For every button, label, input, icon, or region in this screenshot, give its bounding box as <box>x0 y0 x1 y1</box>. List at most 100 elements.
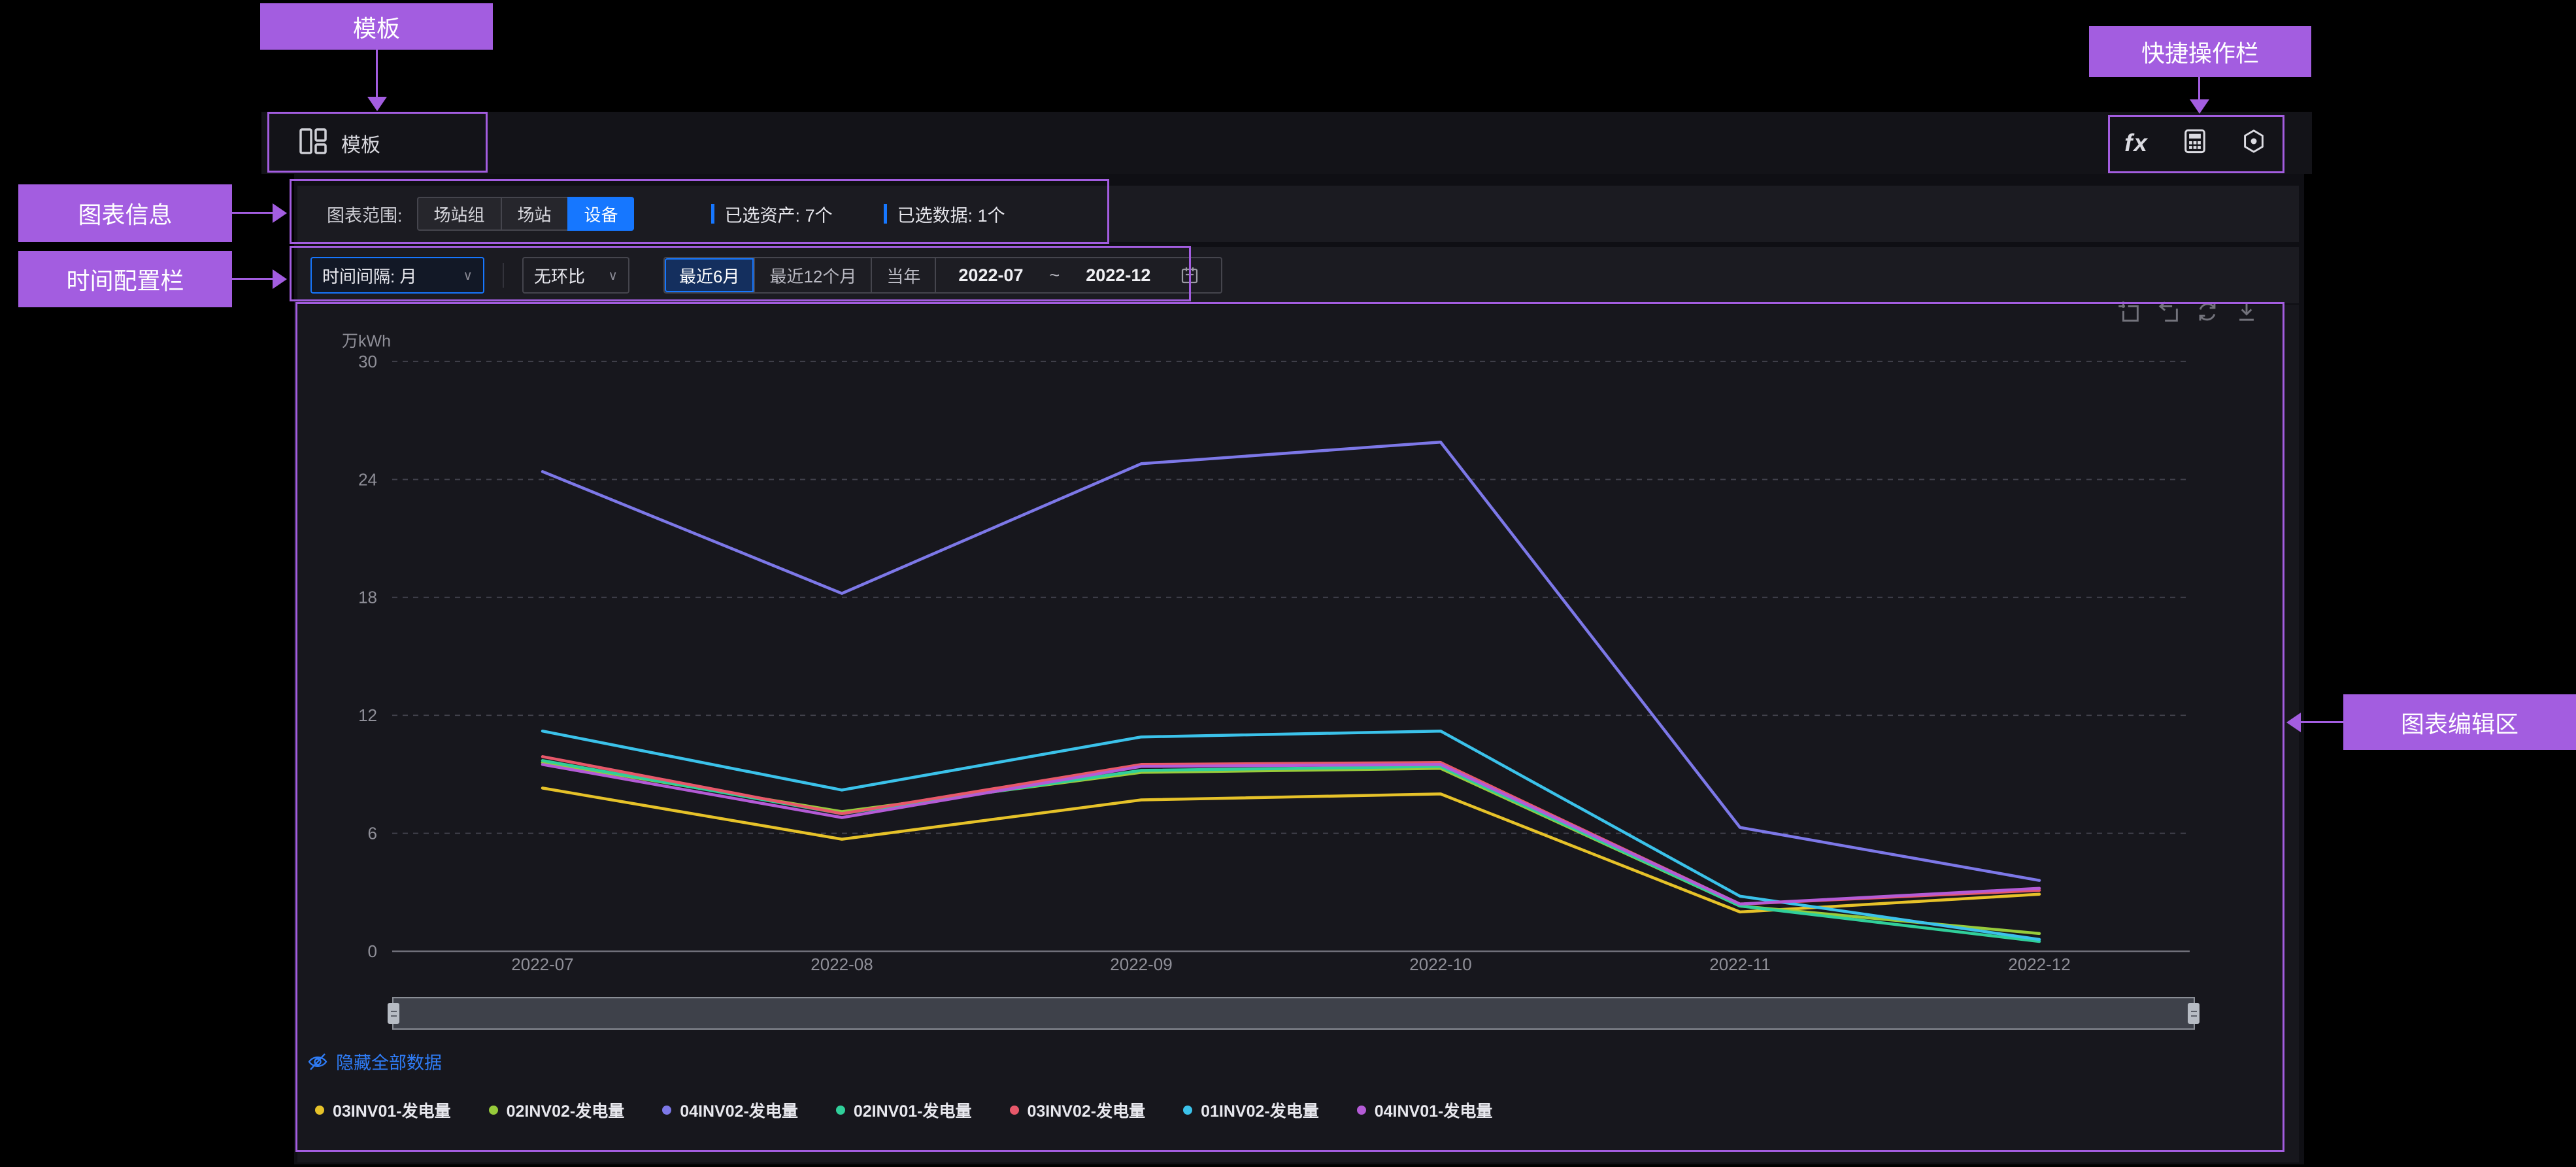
date-start-value[interactable]: 2022-07 <box>958 265 1023 286</box>
series-line-03INV02-发电量[interactable] <box>543 756 2039 904</box>
x-tick-label: 2022-12 <box>2008 955 2070 974</box>
legend-label: 01INV02-发电量 <box>1201 1098 1319 1122</box>
quick-action-bar: fx <box>2124 112 2266 174</box>
annotation-label-chart-editor: 图表编辑区 <box>2343 694 2576 750</box>
series-line-02INV01-发电量[interactable] <box>543 760 2039 941</box>
y-axis-unit-label: 万kWh <box>342 332 391 350</box>
series-line-04INV01-发电量[interactable] <box>543 764 2039 904</box>
legend-dot <box>1010 1106 1019 1115</box>
legend-dot <box>1357 1106 1366 1115</box>
time-interval-value: 时间间隔: 月 <box>322 263 416 288</box>
x-tick-label: 2022-07 <box>511 955 573 974</box>
date-end-value[interactable]: 2022-12 <box>1086 265 1150 286</box>
legend-item[interactable]: 02INV02-发电量 <box>489 1098 625 1122</box>
y-tick-label: 18 <box>358 588 377 607</box>
series-line-04INV02-发电量[interactable] <box>543 442 2039 880</box>
series-line-03INV01-发电量[interactable] <box>543 788 2039 912</box>
hide-all-data-link[interactable]: 隐藏全部数据 <box>307 1049 442 1074</box>
legend-item[interactable]: 04INV01-发电量 <box>1357 1098 1493 1122</box>
template-menu-item[interactable]: 模板 <box>298 112 380 174</box>
legend-item[interactable]: 03INV01-发电量 <box>315 1098 451 1122</box>
x-tick-label: 2022-10 <box>1409 955 1471 974</box>
eye-slash-icon <box>307 1051 328 1072</box>
legend-item[interactable]: 01INV02-发电量 <box>1183 1098 1319 1122</box>
annotation-arrowhead-chart-info <box>273 203 287 223</box>
scope-option-场站组[interactable]: 场站组 <box>417 197 501 231</box>
legend-dot <box>836 1106 845 1115</box>
formula-fx-icon[interactable]: fx <box>2124 129 2149 157</box>
date-range-picker[interactable]: 2022-07 ~ 2022-12 <box>936 258 1221 292</box>
line-chart-plot[interactable]: 万kWh 0 6 12 18 24 30 2022-07 2022-08 2022-09 2022-… <box>297 305 2299 1162</box>
annotation-arrow-chart-editor <box>2301 721 2343 723</box>
scope-option-设备[interactable]: 设备 <box>567 197 634 231</box>
datazoom-right-handle[interactable] <box>2188 1003 2200 1024</box>
range-preset-1[interactable]: 最近6月 <box>665 258 755 292</box>
legend-label: 02INV02-发电量 <box>507 1098 625 1122</box>
y-tick-label: 6 <box>368 824 377 843</box>
legend-dot <box>315 1106 324 1115</box>
screenshot-root: 模板 fx <box>0 0 2576 1167</box>
x-tick-label: 2022-11 <box>1709 955 1771 974</box>
x-tick-label: 2022-08 <box>811 955 873 974</box>
stat-accent-bar <box>711 204 714 224</box>
annotation-arrow-quick-actions <box>2198 77 2200 101</box>
time-config-bar: 时间间隔: 月 ∨ 无环比 ∨ 最近6月最近12个月当年 2022-07 ~ 2… <box>297 247 2299 303</box>
legend-dot <box>489 1106 498 1115</box>
range-preset-buttons: 最近6月最近12个月当年 <box>665 258 936 292</box>
annotation-arrowhead-time-config <box>273 269 287 289</box>
legend-label: 04INV02-发电量 <box>680 1098 798 1122</box>
date-range-separator: ~ <box>1050 265 1060 286</box>
annotation-arrow-time-config <box>232 278 274 280</box>
annotation-label-quick-actions: 快捷操作栏 <box>2089 26 2311 77</box>
y-tick-label: 0 <box>368 941 377 961</box>
x-tick-label: 2022-09 <box>1110 955 1172 974</box>
chart-scope-label: 图表范围: <box>327 201 403 227</box>
annotation-arrowhead-template <box>367 97 387 111</box>
scope-option-场站[interactable]: 场站 <box>501 197 567 231</box>
legend-label: 03INV01-发电量 <box>333 1098 451 1122</box>
time-interval-select[interactable]: 时间间隔: 月 ∨ <box>310 257 484 294</box>
range-preset-3[interactable]: 当年 <box>872 258 936 292</box>
annotation-label-chart-info: 图表信息 <box>18 184 232 242</box>
chart-scope-segmented-control: 场站组场站设备 <box>417 197 634 231</box>
legend-label: 02INV01-发电量 <box>854 1098 972 1122</box>
legend-item[interactable]: 03INV02-发电量 <box>1010 1098 1146 1122</box>
stat-accent-bar <box>884 204 887 224</box>
legend-label: 04INV01-发电量 <box>1375 1098 1493 1122</box>
annotation-arrow-template <box>376 50 378 98</box>
chevron-down-icon: ∨ <box>463 267 473 284</box>
template-layout-icon <box>298 126 328 160</box>
legend-dot <box>1183 1106 1192 1115</box>
annotation-arrowhead-chart-editor <box>2286 713 2301 732</box>
app-topbar: 模板 fx <box>261 112 2312 174</box>
chevron-down-icon: ∨ <box>608 267 618 284</box>
date-range-group: 最近6月最近12个月当年 2022-07 ~ 2022-12 <box>663 257 1222 294</box>
datazoom-left-handle[interactable] <box>388 1003 399 1024</box>
selected-data-text: 已选数据: 1个 <box>897 201 1005 227</box>
legend-dot <box>662 1106 671 1115</box>
datazoom-slider[interactable] <box>392 997 2195 1030</box>
chart-legend: 03INV01-发电量 02INV02-发电量 04INV02-发电量 02INV01… <box>315 1098 1492 1122</box>
annotation-label-template: 模板 <box>260 3 493 50</box>
legend-item[interactable]: 02INV01-发电量 <box>836 1098 972 1122</box>
divider <box>503 263 504 288</box>
selected-data-stat: 已选数据: 1个 <box>884 201 1005 227</box>
y-tick-label: 30 <box>358 352 377 371</box>
legend-item[interactable]: 04INV02-发电量 <box>662 1098 798 1122</box>
legend-label: 03INV02-发电量 <box>1028 1098 1146 1122</box>
calendar-icon[interactable] <box>1180 266 1199 284</box>
y-tick-label: 24 <box>358 469 377 489</box>
compare-mode-select[interactable]: 无环比 ∨ <box>522 257 629 294</box>
annotation-arrow-chart-info <box>232 212 274 214</box>
calculator-icon[interactable] <box>2183 129 2207 157</box>
chart-info-bar: 图表范围: 场站组场站设备 已选资产: 7个 已选数据: 1个 <box>297 186 2299 242</box>
annotation-arrowhead-quick-actions <box>2190 99 2209 114</box>
hide-all-data-label: 隐藏全部数据 <box>336 1049 442 1074</box>
annotation-label-time-config: 时间配置栏 <box>18 251 232 307</box>
settings-hexagon-icon[interactable] <box>2241 129 2266 157</box>
template-menu-label: 模板 <box>341 129 380 158</box>
compare-mode-value: 无环比 <box>534 263 585 288</box>
y-tick-label: 12 <box>358 705 377 725</box>
range-preset-2[interactable]: 最近12个月 <box>755 258 872 292</box>
selected-assets-text: 已选资产: 7个 <box>725 201 833 227</box>
